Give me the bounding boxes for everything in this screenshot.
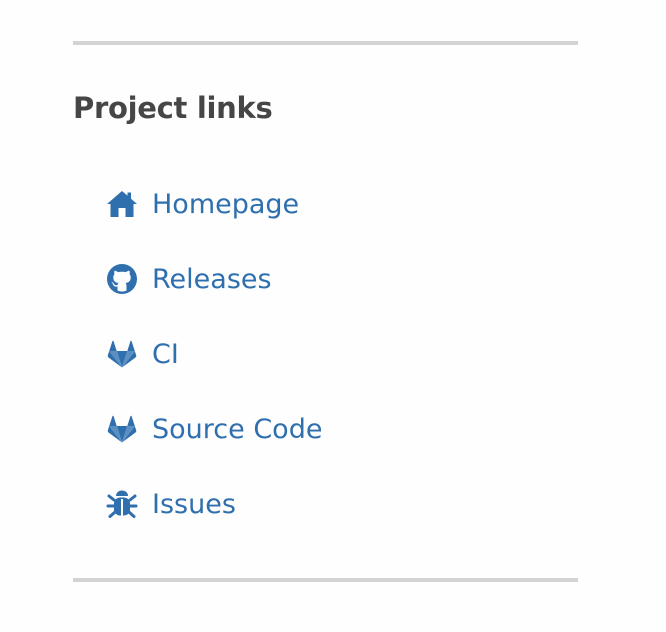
list-item: Releases bbox=[105, 255, 322, 330]
project-links-list: Homepage Releases CI Source Code Issues bbox=[105, 180, 322, 555]
list-item: Issues bbox=[105, 480, 322, 555]
project-links-section: Project links Homepage Releases CI Sourc… bbox=[73, 0, 578, 632]
top-divider bbox=[73, 41, 578, 45]
github-icon bbox=[105, 262, 139, 296]
releases-label: Releases bbox=[152, 263, 272, 295]
list-item: CI bbox=[105, 330, 322, 405]
bottom-divider bbox=[73, 578, 578, 582]
ci-link[interactable]: CI bbox=[105, 330, 322, 378]
releases-link[interactable]: Releases bbox=[105, 255, 322, 303]
bug-icon bbox=[105, 487, 139, 521]
homepage-label: Homepage bbox=[152, 188, 300, 220]
source-code-link[interactable]: Source Code bbox=[105, 405, 322, 453]
issues-label: Issues bbox=[152, 488, 236, 520]
issues-link[interactable]: Issues bbox=[105, 480, 322, 528]
gitlab-icon bbox=[105, 337, 139, 371]
list-item: Homepage bbox=[105, 180, 322, 255]
gitlab-icon bbox=[105, 412, 139, 446]
ci-label: CI bbox=[152, 338, 179, 370]
section-title: Project links bbox=[73, 91, 273, 125]
list-item: Source Code bbox=[105, 405, 322, 480]
homepage-link[interactable]: Homepage bbox=[105, 180, 322, 228]
home-icon bbox=[105, 187, 139, 221]
source-code-label: Source Code bbox=[152, 413, 323, 445]
